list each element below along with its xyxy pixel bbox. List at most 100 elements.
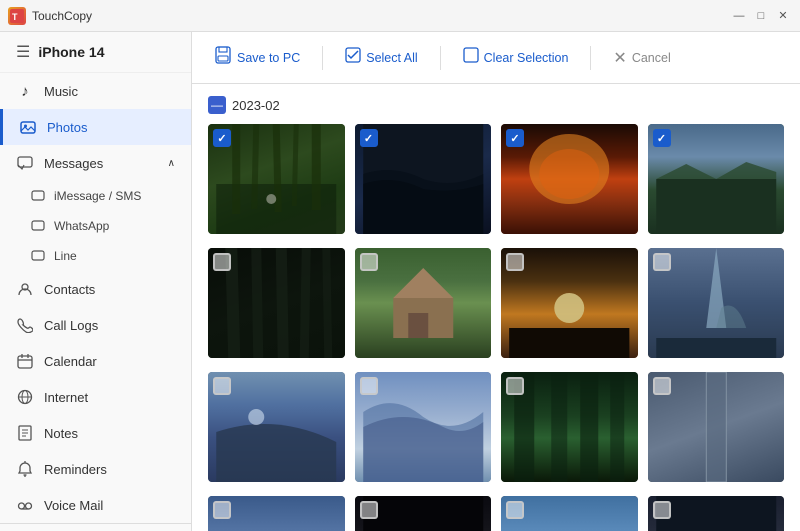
photo-item-4[interactable] (648, 124, 785, 234)
sidebar-item-music[interactable]: ♪ Music (0, 73, 191, 109)
sidebar-item-messages[interactable]: Messages ∧ (0, 145, 191, 181)
title-bar-left: T TouchCopy (8, 7, 92, 25)
sidebar-item-notes[interactable]: Notes (0, 415, 191, 451)
sidebar-item-reminders[interactable]: Reminders (0, 451, 191, 487)
photo-item-14[interactable] (355, 496, 492, 531)
photo-checkbox-2[interactable] (360, 129, 378, 147)
photo-item-10[interactable] (355, 372, 492, 482)
sidebar-item-internet[interactable]: Internet (0, 379, 191, 415)
minimize-button[interactable]: — (730, 7, 748, 25)
toolbar-sep1 (322, 46, 323, 70)
window-controls[interactable]: — □ ✕ (730, 7, 792, 25)
photo-item-12[interactable] (648, 372, 785, 482)
line-icon (30, 248, 46, 264)
select-all-label: Select All (366, 51, 417, 65)
photos-icon (19, 118, 37, 136)
hamburger-icon[interactable]: ☰ (16, 42, 30, 62)
sidebar-label-internet: Internet (44, 390, 175, 405)
select-all-button[interactable]: Select All (339, 43, 423, 72)
reminders-icon (16, 460, 34, 478)
call-logs-icon (16, 316, 34, 334)
sidebar-item-photos[interactable]: Photos (0, 109, 191, 145)
photo-checkbox-11[interactable] (506, 377, 524, 395)
svg-text:T: T (12, 12, 18, 22)
photo-item-6[interactable] (355, 248, 492, 358)
sidebar-label-whatsapp: WhatsApp (54, 219, 109, 233)
save-to-pc-button[interactable]: Save to PC (208, 42, 306, 73)
photo-item-5[interactable] (208, 248, 345, 358)
sidebar-label-calendar: Calendar (44, 354, 175, 369)
photo-grid-row2 (208, 248, 784, 358)
main-layout: ☰ iPhone 14 ♪ Music Photos Messages ∧ (0, 32, 800, 531)
clear-selection-label: Clear Selection (484, 51, 569, 65)
title-bar: T TouchCopy — □ ✕ (0, 0, 800, 32)
sidebar-item-contacts[interactable]: Contacts (0, 271, 191, 307)
photo-item-15[interactable] (501, 496, 638, 531)
sidebar-label-imessage: iMessage / SMS (54, 189, 141, 203)
sidebar-label-line: Line (54, 249, 77, 263)
photo-checkbox-5[interactable] (213, 253, 231, 271)
photo-checkbox-8[interactable] (653, 253, 671, 271)
photo-checkbox-1[interactable] (213, 129, 231, 147)
save-to-pc-label: Save to PC (237, 51, 300, 65)
month-header: — 2023-02 (208, 96, 784, 114)
sidebar-label-call-logs: Call Logs (44, 318, 175, 333)
select-all-icon (345, 47, 361, 68)
sidebar-item-line[interactable]: Line (20, 241, 191, 271)
sidebar-item-whatsapp[interactable]: WhatsApp (20, 211, 191, 241)
cancel-button[interactable]: ✕ Cancel (607, 44, 676, 72)
photo-item-9[interactable] (208, 372, 345, 482)
messages-icon (16, 154, 34, 172)
sidebar-item-call-logs[interactable]: Call Logs (0, 307, 191, 343)
photo-checkbox-13[interactable] (213, 501, 231, 519)
sidebar-label-messages: Messages (44, 156, 158, 171)
clear-selection-icon (463, 47, 479, 68)
messages-sub-items: iMessage / SMS WhatsApp Line (0, 181, 191, 271)
photo-checkbox-6[interactable] (360, 253, 378, 271)
content-area: Save to PC Select All Clear Selection ✕ … (192, 32, 800, 531)
photo-item-8[interactable] (648, 248, 785, 358)
app-icon: T (8, 7, 26, 25)
internet-icon (16, 388, 34, 406)
photo-checkbox-7[interactable] (506, 253, 524, 271)
photo-checkbox-16[interactable] (653, 501, 671, 519)
close-button[interactable]: ✕ (774, 7, 792, 25)
imessage-icon (30, 188, 46, 204)
messages-chevron: ∧ (168, 158, 175, 169)
photo-item-2[interactable] (355, 124, 492, 234)
photo-checkbox-12[interactable] (653, 377, 671, 395)
photo-checkbox-9[interactable] (213, 377, 231, 395)
photo-checkbox-10[interactable] (360, 377, 378, 395)
photo-grid-row3 (208, 372, 784, 482)
sidebar-item-imessage[interactable]: iMessage / SMS (20, 181, 191, 211)
photo-checkbox-15[interactable] (506, 501, 524, 519)
maximize-button[interactable]: □ (752, 7, 770, 25)
photo-checkbox-3[interactable] (506, 129, 524, 147)
notes-icon (16, 424, 34, 442)
contacts-icon (16, 280, 34, 298)
sidebar-label-contacts: Contacts (44, 282, 175, 297)
photo-item-7[interactable] (501, 248, 638, 358)
photo-item-13[interactable] (208, 496, 345, 531)
sidebar-item-calendar[interactable]: Calendar (0, 343, 191, 379)
photo-item-3[interactable] (501, 124, 638, 234)
sidebar-item-voicemail[interactable]: Voice Mail (0, 487, 191, 523)
photo-grid-container[interactable]: — 2023-02 (192, 84, 800, 531)
toolbar-sep2 (440, 46, 441, 70)
sidebar-item-settings[interactable]: Settings (0, 524, 191, 531)
photo-item-16[interactable] (648, 496, 785, 531)
voicemail-icon (16, 496, 34, 514)
sidebar-label-voicemail: Voice Mail (44, 498, 175, 513)
music-icon: ♪ (16, 82, 34, 100)
sidebar-bottom: Settings (0, 523, 191, 531)
photo-item-11[interactable] (501, 372, 638, 482)
month-toggle[interactable]: — (208, 96, 226, 114)
calendar-icon (16, 352, 34, 370)
clear-selection-button[interactable]: Clear Selection (457, 43, 575, 72)
toolbar-sep3 (590, 46, 591, 70)
photo-checkbox-14[interactable] (360, 501, 378, 519)
photo-item-1[interactable] (208, 124, 345, 234)
photo-checkbox-4[interactable] (653, 129, 671, 147)
save-icon (214, 46, 232, 69)
cancel-icon: ✕ (613, 48, 626, 68)
